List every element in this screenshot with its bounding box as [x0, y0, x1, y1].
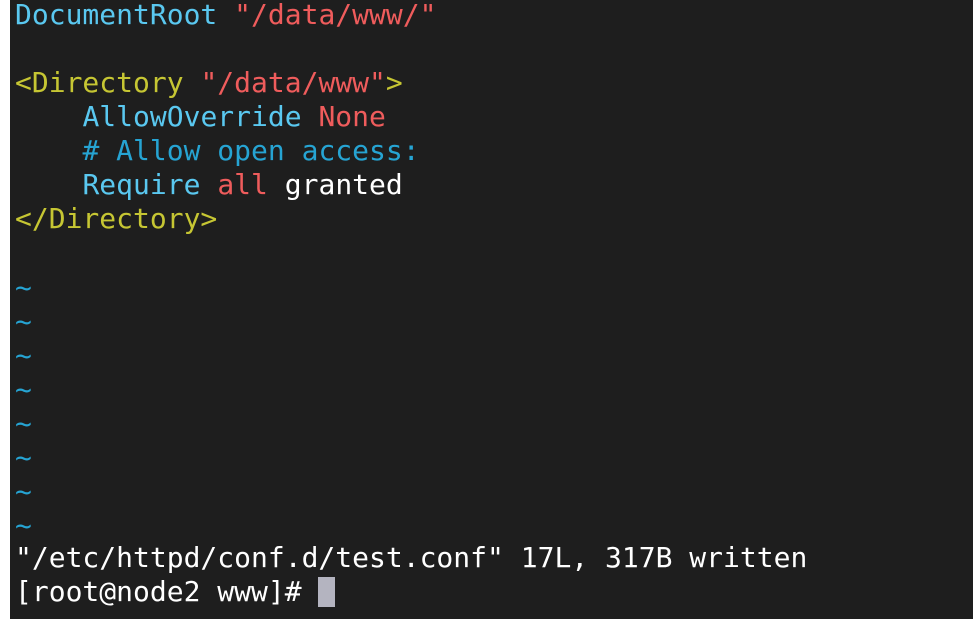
- empty-line-marker: ~: [15, 271, 32, 304]
- directive-value-granted: granted: [284, 168, 403, 201]
- directive-value-all: all: [217, 168, 268, 201]
- directive-keyword: Require: [82, 168, 201, 201]
- shell-prompt-line[interactable]: [root@node2 www]#: [15, 575, 336, 609]
- directive-keyword: AllowOverride: [82, 100, 302, 133]
- empty-line-marker: ~: [15, 373, 32, 406]
- shell-prompt: [root@node2 www]#: [15, 575, 302, 608]
- directory-path: "/data/www": [200, 66, 386, 99]
- empty-line-marker: ~: [15, 475, 32, 508]
- directory-tag-bracket: >: [385, 66, 403, 99]
- empty-line-marker: ~: [15, 509, 32, 542]
- config-line-require: Require all granted: [15, 168, 403, 202]
- empty-line-marker: ~: [15, 305, 32, 338]
- empty-line-marker: ~: [15, 407, 32, 440]
- config-line-comment: # Allow open access:: [15, 134, 420, 168]
- status-message: "/etc/httpd/conf.d/test.conf" 17L, 317B …: [15, 541, 808, 574]
- empty-line-marker: ~: [15, 339, 32, 372]
- directive-value: "/data/www/": [234, 0, 437, 31]
- config-comment: # Allow open access:: [82, 134, 420, 167]
- config-line-directory-close: </Directory>: [15, 202, 217, 236]
- text-cursor[interactable]: [318, 577, 336, 607]
- directory-tag-open: <Directory: [15, 66, 184, 99]
- directive-keyword: DocumentRoot: [15, 0, 218, 31]
- config-line-allow-override: AllowOverride None: [15, 100, 386, 134]
- directory-tag-close: </Directory>: [15, 202, 218, 235]
- window-edge: [0, 0, 10, 619]
- config-line-directory-open: <Directory "/data/www">: [15, 66, 403, 100]
- empty-line-marker: ~: [15, 441, 32, 474]
- terminal-window[interactable]: DocumentRoot "/data/www/" <Directory "/d…: [10, 0, 973, 619]
- config-line-document-root: DocumentRoot "/data/www/": [15, 0, 436, 32]
- directive-value: None: [318, 100, 386, 133]
